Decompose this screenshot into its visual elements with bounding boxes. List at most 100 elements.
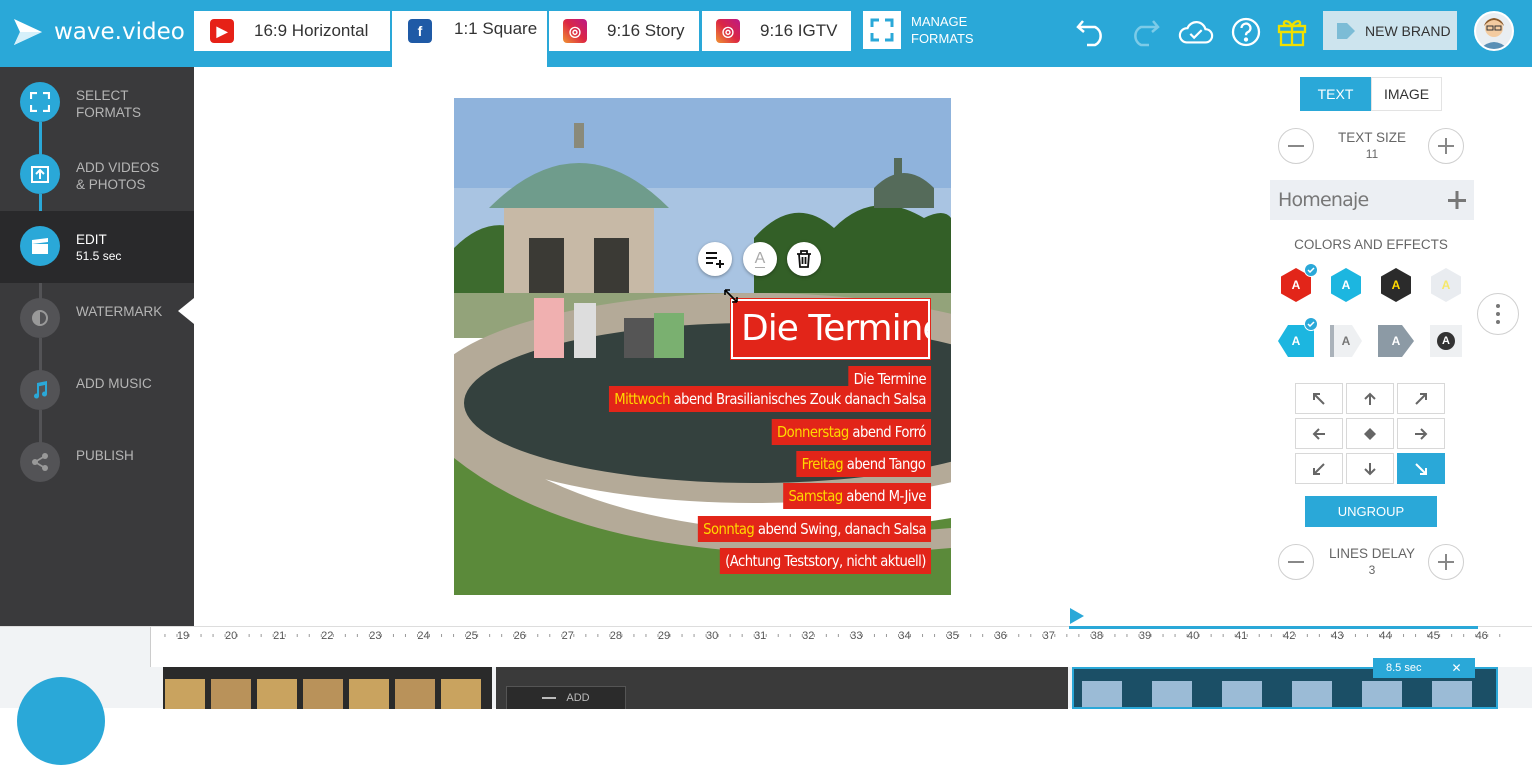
align-bottom-right-icon[interactable] — [1397, 453, 1445, 484]
tab-9-16-igtv[interactable]: ◎ 9:16 IGTV — [702, 11, 851, 51]
resize-handle-icon[interactable] — [724, 289, 738, 303]
tab-1-1-square[interactable]: f 1:1 Square — [392, 11, 547, 67]
user-avatar[interactable] — [1474, 11, 1514, 51]
tab-text[interactable]: TEXT — [1300, 77, 1371, 111]
timeline: 19 20 21 22 23 24 25 26 27 28 29 30 31 32 33 34 35 36 37 38… — [0, 608, 1532, 765]
tick-label: 28 — [609, 630, 623, 642]
clip-thumbnail — [1152, 681, 1192, 707]
tick-label: 34 — [898, 630, 911, 642]
tab-16-9-horizontal[interactable]: ▶ 16:9 Horizontal — [194, 11, 390, 51]
tick-label: 26 — [513, 630, 526, 642]
step-watermark[interactable]: WATERMARK — [0, 283, 194, 355]
video-canvas[interactable]: Die Termine Mittwoch abend Brasilianisch… — [454, 98, 951, 595]
play-button[interactable] — [17, 677, 105, 765]
step-label: ADD VIDEOS — [76, 160, 160, 175]
app-logo-text: wave.video — [54, 19, 185, 45]
color-swatch-light[interactable]: A — [1428, 267, 1464, 303]
step-publish[interactable]: PUBLISH — [0, 427, 194, 499]
color-swatch-red[interactable]: A — [1278, 263, 1318, 303]
plus-icon — [1448, 191, 1466, 209]
manage-formats-button[interactable]: MANAGE FORMATS — [863, 11, 974, 49]
trash-icon[interactable] — [787, 242, 821, 276]
step-select-formats[interactable]: SELECT FORMATS — [0, 67, 194, 139]
color-swatch-dark[interactable]: A — [1378, 267, 1414, 303]
effect-box[interactable]: A — [1428, 323, 1464, 359]
step-label: SELECT — [76, 88, 129, 103]
manage-formats-line2: FORMATS — [911, 31, 974, 46]
app-logo[interactable]: wave.video — [12, 14, 185, 50]
wave-logo-icon — [14, 19, 42, 45]
selected-title-text[interactable]: Die Termine — [730, 298, 931, 360]
tick-label: 43 — [1331, 630, 1344, 642]
undo-icon[interactable] — [1074, 14, 1110, 50]
gift-icon[interactable] — [1274, 14, 1310, 50]
line-text: (Achtung Teststory, nicht aktuell) — [724, 552, 926, 570]
playhead-marker-icon[interactable] — [1069, 607, 1085, 625]
clip-thumbnail — [1292, 681, 1332, 707]
tick-label: 36 — [994, 630, 1007, 642]
effect-arrow-outline[interactable]: A — [1328, 323, 1364, 359]
brand-icon — [1337, 22, 1355, 39]
line-text: abend Tango — [843, 455, 926, 473]
align-top-right-icon[interactable] — [1397, 383, 1445, 414]
swatch-letter: A — [1341, 334, 1351, 348]
text-size-minus-button[interactable] — [1278, 128, 1314, 164]
check-icon — [1304, 317, 1318, 331]
align-center-icon[interactable] — [1346, 418, 1394, 449]
more-options-icon[interactable] — [1477, 293, 1519, 335]
text-line[interactable]: Donnerstag abend Forró — [771, 419, 931, 445]
step-sublabel: & PHOTOS — [76, 177, 146, 192]
add-label: ADD — [566, 692, 590, 704]
instagram-icon: ◎ — [716, 19, 740, 43]
tab-label: 9:16 Story — [607, 21, 685, 40]
tick-label: 37 — [1042, 630, 1055, 642]
clip-thumbnail — [395, 679, 435, 709]
align-left-icon[interactable] — [1295, 418, 1343, 449]
text-style-icon[interactable]: A — [743, 242, 777, 276]
step-add-videos-photos[interactable]: ADD VIDEOS & PHOTOS — [0, 139, 194, 211]
color-swatch-cyan[interactable]: A — [1328, 267, 1364, 303]
tick-label: 29 — [657, 630, 671, 642]
align-top-left-icon[interactable] — [1295, 383, 1343, 414]
effect-arrow-right[interactable]: A — [1378, 323, 1414, 359]
text-settings-panel: TEXT IMAGE TEXT SIZE 11 Homenaje COLORS … — [1260, 67, 1532, 626]
lines-delay-minus-button[interactable] — [1278, 544, 1314, 580]
text-line[interactable]: (Achtung Teststory, nicht aktuell) — [719, 548, 931, 574]
ungroup-button[interactable]: UNGROUP — [1305, 496, 1437, 527]
clip-thumbnail — [303, 679, 343, 709]
text-size-plus-button[interactable] — [1428, 128, 1464, 164]
font-selector[interactable]: Homenaje — [1270, 180, 1474, 220]
tick-label: 35 — [946, 630, 959, 642]
text-line[interactable]: Freitag abend Tango — [796, 451, 931, 477]
colors-effects-label: COLORS AND EFFECTS — [1294, 237, 1448, 252]
lines-delay-plus-button[interactable] — [1428, 544, 1464, 580]
add-line-icon[interactable] — [698, 242, 732, 276]
minus-icon — [542, 697, 557, 699]
align-bottom-left-icon[interactable] — [1295, 453, 1343, 484]
timeline-clip[interactable]: ADD — [496, 667, 1068, 709]
tab-image[interactable]: IMAGE — [1371, 77, 1442, 111]
tab-9-16-story[interactable]: ◎ 9:16 Story — [549, 11, 699, 51]
align-top-icon[interactable] — [1346, 383, 1394, 414]
time-ruler[interactable]: 19 20 21 22 23 24 25 26 27 28 29 30 31 32 33 34 35 36 37 38… — [150, 626, 1532, 667]
new-brand-button[interactable]: NEW BRAND — [1323, 11, 1457, 50]
effect-arrow-left[interactable]: A — [1278, 317, 1318, 359]
redo-icon[interactable] — [1126, 14, 1162, 50]
text-line[interactable]: Mittwoch abend Brasilianisches Zouk dana… — [608, 386, 931, 412]
cloud-saved-icon[interactable] — [1178, 14, 1214, 50]
add-layer-button[interactable]: ADD — [506, 686, 626, 709]
align-bottom-icon[interactable] — [1346, 453, 1394, 484]
close-icon[interactable]: ✕ — [1451, 661, 1461, 675]
text-line[interactable]: Samstag abend M-Jive — [783, 483, 931, 509]
text-line[interactable]: Sonntag abend Swing, danach Salsa — [697, 516, 931, 542]
clip-thumbnail — [165, 679, 205, 709]
top-bar: wave.video ▶ 16:9 Horizontal f 1:1 Squar… — [0, 0, 1532, 67]
step-edit[interactable]: EDIT 51.5 sec — [0, 211, 194, 283]
step-sublabel: 51.5 sec — [76, 249, 122, 263]
line-text: abend Brasilianisches Zouk danach Salsa — [669, 390, 926, 408]
tick-label: 39 — [1138, 630, 1152, 642]
help-icon[interactable] — [1228, 14, 1264, 50]
step-add-music[interactable]: ADD MUSIC — [0, 355, 194, 427]
align-right-icon[interactable] — [1397, 418, 1445, 449]
timeline-clip[interactable] — [163, 667, 492, 709]
